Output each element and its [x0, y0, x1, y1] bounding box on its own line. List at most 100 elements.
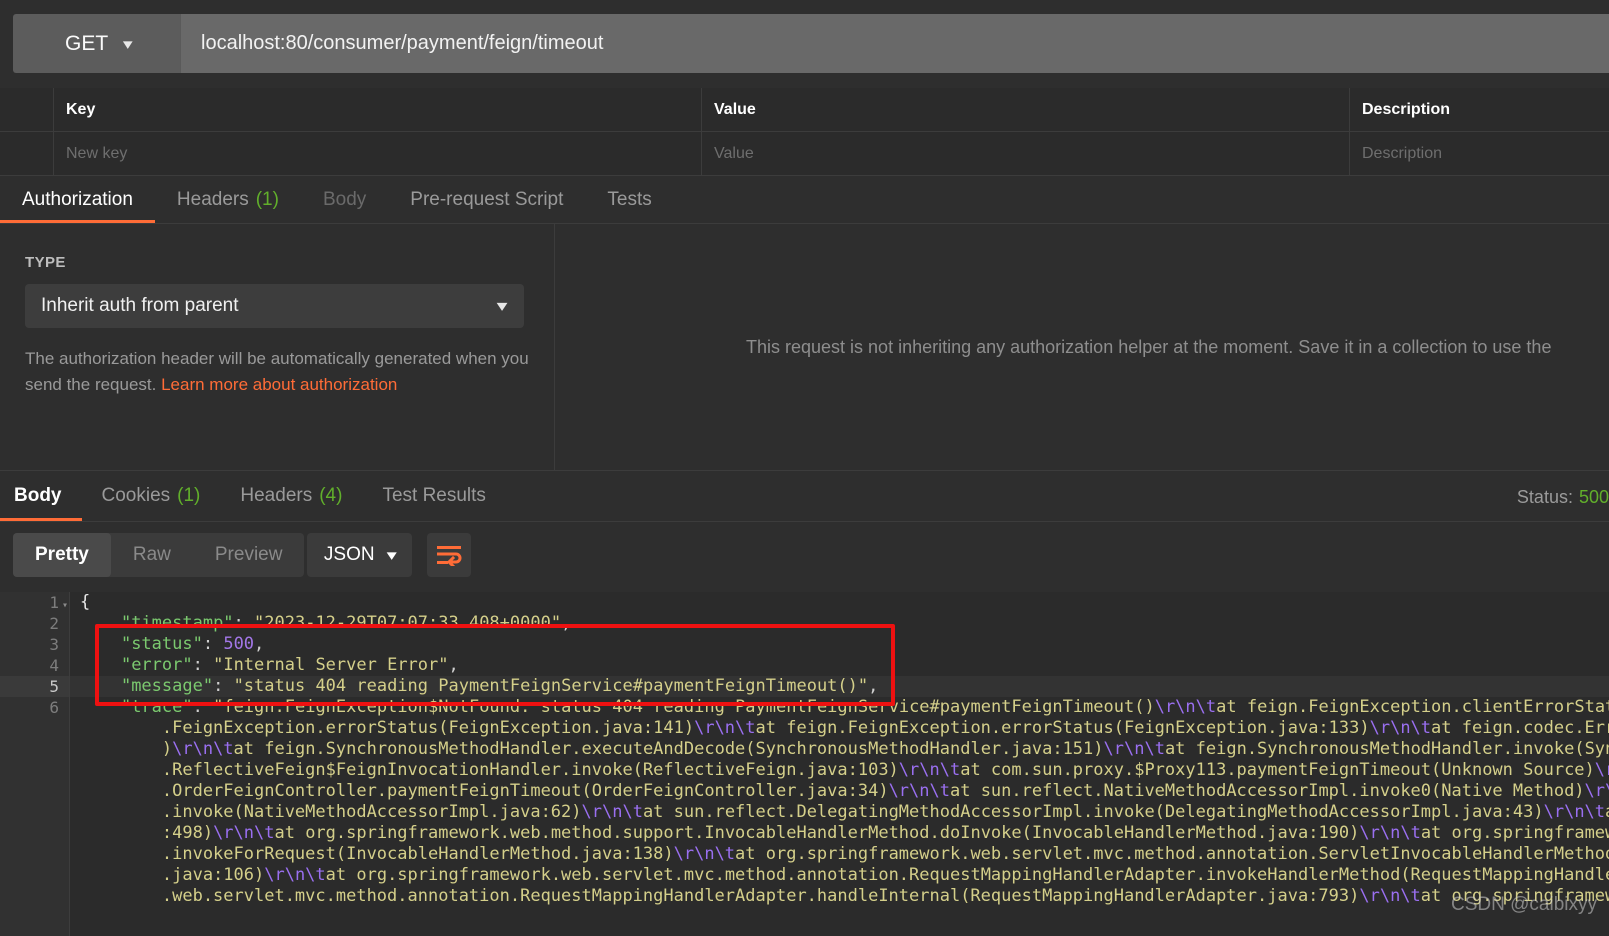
code-token: , — [448, 655, 459, 675]
authorization-panel: TYPE Inherit auth from parent ▾ The auth… — [0, 224, 1609, 470]
code-line: .invoke(NativeMethodAccessorImpl.java:62… — [70, 802, 1609, 823]
response-body-code[interactable]: 1 ▾ 2 3 4 5 6 { "timestamp": "2023-12-29T07:07… — [0, 592, 1609, 936]
code-line: .web.servlet.mvc.method.annotation.Reque… — [70, 886, 1609, 907]
tab-headers[interactable]: Headers (1) — [155, 176, 301, 223]
code-token: : — [192, 655, 214, 675]
code-token: \r\n\t — [888, 781, 950, 801]
params-header-value: Value — [702, 88, 1350, 131]
view-mode-group: Pretty Raw Preview — [13, 533, 305, 577]
http-method-label: GET — [65, 31, 109, 55]
auth-type-label: TYPE — [25, 254, 66, 271]
code-token: , — [868, 676, 879, 696]
code-token: at feign.FeignException.clientErrorStatu… — [1216, 697, 1609, 717]
view-mode-raw[interactable]: Raw — [111, 533, 193, 577]
auth-type-select[interactable]: Inherit auth from parent ▾ — [25, 284, 524, 328]
tab-body[interactable]: Body — [301, 176, 388, 223]
response-tab-body[interactable]: Body — [0, 470, 82, 521]
view-mode-raw-label: Raw — [132, 544, 171, 565]
code-token: \r\n\t — [581, 802, 643, 822]
format-selector-label: JSON — [323, 544, 375, 565]
code-token: at feign.SynchronousMethodHandler.invoke… — [1164, 739, 1609, 759]
code-line: "timestamp": "2023-12-29T07:07:33.408+00… — [70, 613, 1609, 634]
tab-body-label: Body — [322, 188, 367, 210]
view-mode-preview[interactable]: Preview — [193, 533, 305, 577]
response-tab-body-label: Body — [14, 484, 62, 506]
code-token: at org.springframework. — [1420, 823, 1609, 843]
view-mode-pretty[interactable]: Pretty — [13, 533, 111, 577]
tab-tests[interactable]: Tests — [585, 176, 673, 223]
tab-pre-request-script-label: Pre-request Script — [410, 188, 564, 210]
word-wrap-icon — [437, 546, 462, 566]
tab-authorization-label: Authorization — [22, 188, 133, 210]
code-token: at jav — [1605, 802, 1609, 822]
auth-type-selected-value: Inherit auth from parent — [41, 295, 239, 316]
code-token: : — [202, 634, 224, 654]
url-bar-group: GET ▾ localhost:80/consumer/payment/feig… — [13, 14, 1609, 73]
url-input[interactable]: localhost:80/consumer/payment/feign/time… — [180, 14, 1609, 73]
code-token: \r\n\t — [1359, 823, 1421, 843]
code-gutter: 1 ▾ 2 3 4 5 6 — [0, 592, 70, 936]
params-description-input[interactable]: Description — [1350, 132, 1609, 175]
auth-learn-more-link[interactable]: Learn more about authorization — [161, 375, 397, 394]
params-key-input[interactable]: New key — [54, 132, 702, 175]
code-token: at org.springframework.web.method.suppor… — [274, 823, 1360, 843]
code-token: at com.sun.proxy.$Proxy113.paymentFeignT… — [960, 760, 1595, 780]
word-wrap-button[interactable] — [427, 533, 471, 577]
response-status: Status: 500 — [1517, 487, 1609, 508]
request-url-bar: GET ▾ localhost:80/consumer/payment/feig… — [0, 0, 1609, 88]
line-number: 6 — [49, 698, 59, 717]
code-token: \r\n\t — [1543, 802, 1606, 822]
code-token: at feign.codec.ErrorDec — [1431, 718, 1609, 738]
code-token: "2023-12-29T07:07:33.408+0000" — [254, 613, 562, 633]
code-line: "message": "status 404 reading PaymentFe… — [70, 676, 1609, 697]
params-checkbox-col — [0, 88, 54, 131]
auth-info-column: This request is not inheriting any autho… — [556, 224, 1609, 470]
code-line: .OrderFeignController.paymentFeignTimeou… — [70, 781, 1609, 802]
code-line: "status": 500, — [70, 634, 1609, 655]
code-token: "timestamp" — [120, 613, 234, 633]
params-value-input[interactable]: Value — [702, 132, 1350, 175]
code-content[interactable]: { "timestamp": "2023-12-29T07:07:33.408+… — [70, 592, 1609, 936]
response-tab-test-results-label: Test Results — [382, 484, 486, 506]
params-empty-row[interactable]: New key Value Description — [0, 132, 1609, 176]
chevron-down-icon: ▾ — [386, 547, 397, 564]
response-tab-headers[interactable]: Headers (4) — [220, 470, 362, 521]
tab-authorization[interactable]: Authorization — [0, 176, 155, 223]
code-line: { — [70, 592, 1609, 613]
format-selector[interactable]: JSON ▾ — [307, 533, 412, 577]
response-tab-test-results[interactable]: Test Results — [362, 470, 505, 521]
code-token: .invoke(NativeMethodAccessorImpl.java:62… — [80, 802, 582, 822]
chevron-down-icon: ▾ — [496, 298, 508, 315]
code-token: , — [254, 634, 265, 654]
code-token: .web.servlet.mvc.method.annotation.Reque… — [80, 886, 1360, 906]
code-token: \r\n\t — [1103, 739, 1165, 759]
http-method-selector[interactable]: GET ▾ — [13, 14, 180, 73]
params-header-description: Description — [1362, 100, 1451, 118]
fold-toggle-icon[interactable]: ▾ — [62, 595, 68, 616]
code-token: :498) — [80, 823, 214, 843]
code-token: \r\n\t — [898, 760, 961, 780]
line-number: 5 — [0, 676, 69, 697]
code-token: "error" — [120, 655, 193, 675]
tab-headers-count: (1) — [255, 188, 279, 210]
code-token: : — [233, 613, 255, 633]
code-token: \r\n\t — [1359, 886, 1421, 906]
code-line: .invokeForRequest(InvocableHandlerMethod… — [70, 844, 1609, 865]
code-token: .ReflectiveFeign$FeignInvocationHandler.… — [80, 760, 899, 780]
params-row-checkbox[interactable] — [0, 132, 54, 175]
response-status-label: Status: — [1516, 487, 1573, 507]
code-token: at sun.reflect.NativeMethodAccessorImpl.… — [949, 781, 1585, 801]
code-line: :498) \r\n\tat org.springframework.web.me… — [70, 823, 1609, 844]
auth-help-text: The authorization header will be automat… — [25, 346, 530, 399]
response-tab-cookies[interactable]: Cookies (1) — [82, 470, 221, 521]
code-token: .java:106) — [80, 865, 265, 885]
code-token: "Internal Server Error" — [213, 655, 449, 675]
code-token: at org.springframework.web.servlet.mvc.m… — [325, 865, 1609, 885]
tab-pre-request-script[interactable]: Pre-request Script — [388, 176, 585, 223]
code-token: at feign.FeignException.errorStatus(Feig… — [755, 718, 1370, 738]
code-token: ) — [80, 739, 173, 759]
